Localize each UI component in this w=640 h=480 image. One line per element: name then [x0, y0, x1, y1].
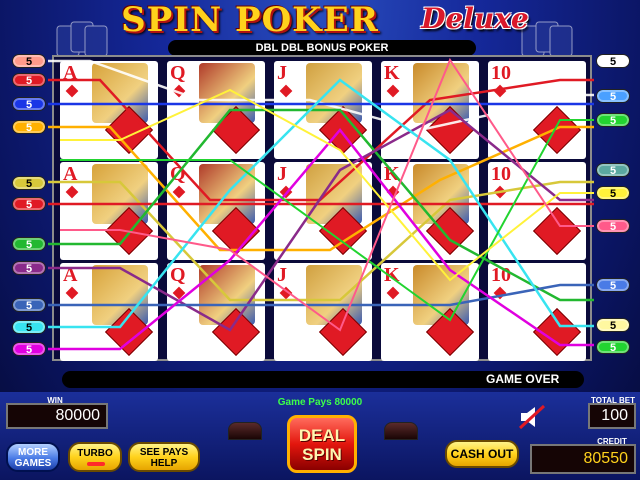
diamond-suit-icon [65, 185, 79, 199]
diamond-suit-icon [493, 286, 507, 300]
game-name-banner: DBL DBL BONUS POKER [168, 40, 476, 56]
diamond-suit-icon [172, 84, 186, 98]
payline-bet-marker[interactable]: 5 [596, 89, 630, 103]
payline-bet-marker[interactable]: 5 [596, 318, 630, 332]
diamond-suit-icon [532, 307, 582, 357]
card-rank: 10 [491, 62, 511, 84]
diamond-suit-icon [493, 185, 507, 199]
credit-meter: 80550 [530, 444, 636, 474]
payline-bet-marker[interactable]: 5 [596, 219, 630, 233]
payline-bet-marker[interactable]: 5 [12, 197, 46, 211]
card-rank: A [63, 62, 78, 84]
card-rank: J [277, 264, 287, 286]
payline-bet-marker[interactable]: 5 [596, 113, 630, 127]
playing-card[interactable]: 10 [488, 162, 586, 260]
payline-bet-marker[interactable]: 5 [12, 73, 46, 87]
payline-bet-marker[interactable]: 5 [12, 120, 46, 134]
status-message: GAME OVER [486, 372, 560, 386]
right-indicator [384, 422, 418, 440]
playing-card[interactable]: K [381, 162, 479, 260]
turbo-button[interactable]: TURBO [68, 442, 122, 472]
diamond-suit-icon [532, 206, 582, 256]
diamond-suit-icon [279, 84, 293, 98]
game-pays-text: Game Pays 80000 [277, 397, 363, 408]
card-rank: 10 [491, 264, 511, 286]
payline-bet-marker[interactable]: 5 [596, 278, 630, 292]
diamond-suit-icon [65, 286, 79, 300]
card-rank: Q [170, 62, 186, 84]
card-rank: J [277, 62, 287, 84]
playing-card[interactable]: Q [167, 263, 265, 361]
playing-card[interactable]: K [381, 263, 479, 361]
diamond-suit-icon [386, 185, 400, 199]
payline-bet-marker[interactable]: 5 [12, 298, 46, 312]
playing-card[interactable]: A [60, 263, 158, 361]
cash-out-button[interactable]: CASH OUT [445, 440, 519, 468]
payline-bet-marker[interactable]: 5 [596, 340, 630, 354]
title-main: SPIN POKER [121, 0, 379, 40]
playing-card[interactable]: Q [167, 61, 265, 159]
playing-card[interactable]: J [274, 61, 372, 159]
card-rank: K [384, 163, 400, 185]
total-bet-meter: 100 [588, 403, 636, 429]
card-rank: K [384, 62, 400, 84]
game-title: SPIN POKER Deluxe [0, 0, 640, 57]
playing-card[interactable]: K [381, 61, 479, 159]
diamond-suit-icon [279, 286, 293, 300]
diamond-suit-icon [279, 185, 293, 199]
diamond-suit-icon [386, 84, 400, 98]
card-rank: Q [170, 163, 186, 185]
payline-bet-marker[interactable]: 5 [596, 186, 630, 200]
diamond-suit-icon [172, 286, 186, 300]
diamond-suit-icon [172, 185, 186, 199]
payline-bet-marker[interactable]: 5 [12, 237, 46, 251]
playing-card[interactable]: A [60, 61, 158, 159]
more-games-button[interactable]: MORE GAMES [6, 442, 60, 472]
see-pays-help-button[interactable]: SEE PAYS HELP [128, 442, 200, 472]
status-bar: GAME OVER [62, 371, 584, 388]
card-rank: K [384, 264, 400, 286]
diamond-suit-icon [493, 84, 507, 98]
left-indicator [228, 422, 262, 440]
card-rank: 10 [491, 163, 511, 185]
turbo-label: TURBO [77, 448, 113, 459]
playing-card[interactable]: Q [167, 162, 265, 260]
playing-card[interactable]: A [60, 162, 158, 260]
total-bet-value: 100 [601, 407, 628, 424]
payline-bet-marker[interactable]: 5 [12, 97, 46, 111]
payline-bet-marker[interactable]: 5 [12, 320, 46, 334]
playing-card[interactable]: 10 [488, 263, 586, 361]
diamond-suit-icon [532, 105, 582, 155]
playing-card[interactable]: J [274, 162, 372, 260]
payline-bet-marker[interactable]: 5 [12, 261, 46, 275]
playing-card[interactable]: J [274, 263, 372, 361]
payline-bet-marker[interactable]: 5 [596, 163, 630, 177]
card-grid: A Q J K 10 A Q J K 10 A Q J K 10 [52, 55, 592, 361]
payline-bet-marker[interactable]: 5 [12, 54, 46, 68]
card-rank: A [63, 264, 78, 286]
win-value: 80000 [55, 407, 101, 424]
payline-bet-marker[interactable]: 5 [12, 176, 46, 190]
card-rank: J [277, 163, 287, 185]
win-meter: 80000 [6, 403, 108, 429]
playing-card[interactable]: 10 [488, 61, 586, 159]
payline-bet-marker[interactable]: 5 [596, 54, 630, 68]
speaker-muted-icon[interactable] [518, 404, 546, 430]
title-sub: Deluxe [421, 2, 529, 35]
turbo-indicator [87, 462, 105, 466]
diamond-suit-icon [386, 286, 400, 300]
credit-value: 80550 [583, 450, 629, 467]
payline-bet-marker[interactable]: 5 [12, 342, 46, 356]
deal-spin-button[interactable]: DEAL SPIN [287, 415, 357, 473]
card-rank: Q [170, 264, 186, 286]
card-rank: A [63, 163, 78, 185]
diamond-suit-icon [65, 84, 79, 98]
